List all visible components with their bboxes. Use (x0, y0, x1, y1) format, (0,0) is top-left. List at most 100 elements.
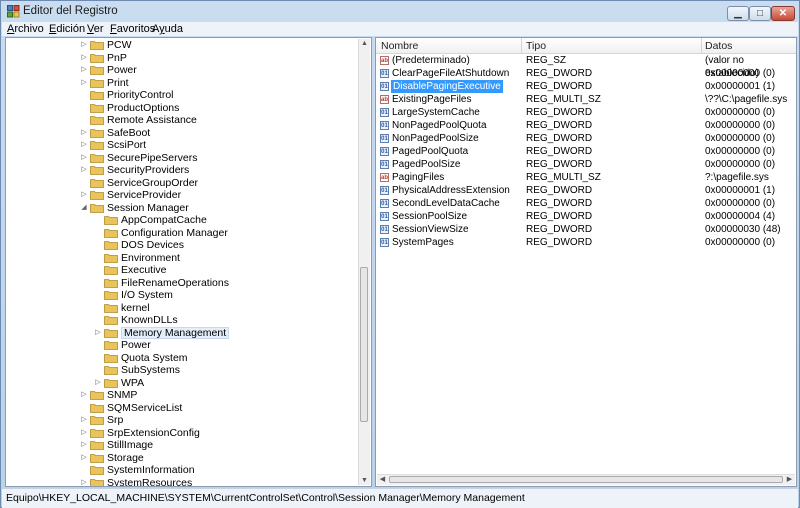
column-divider[interactable] (701, 38, 702, 53)
column-header-name[interactable]: Nombre (381, 40, 418, 52)
tree-item[interactable]: Executive (6, 264, 356, 277)
table-row[interactable]: 01 SessionPoolSize REG_DWORD 0x00000004 (4) (376, 210, 796, 223)
tree-item[interactable]: Power (6, 339, 356, 352)
tree-item[interactable]: SystemInformation (6, 464, 356, 477)
tree-item[interactable]: ▷ SystemResources (6, 477, 356, 487)
expand-icon[interactable]: ▷ (80, 452, 88, 465)
expand-icon[interactable]: ▷ (94, 327, 102, 340)
value-data: 0x00000001 (1) (705, 185, 776, 196)
expand-icon[interactable]: ▷ (80, 189, 88, 202)
binary-value-icon: 01 (380, 68, 389, 78)
value-type: REG_MULTI_SZ (526, 172, 601, 183)
tree-item[interactable]: ProductOptions (6, 102, 356, 115)
key-tree-pane[interactable]: ▲ ▼ ▷ PCW ▷ PnP ▷ Power ▷ Print PriorityControl P… (5, 37, 372, 487)
table-row[interactable]: 01 NonPagedPoolQuota REG_DWORD 0x00000000 (… (376, 119, 796, 132)
table-row[interactable]: 01 DisablePagingExecutive REG_DWORD 0x00000… (376, 80, 796, 93)
tree-item[interactable]: FileRenameOperations (6, 277, 356, 290)
tree-item[interactable]: ◢ Session Manager (6, 202, 356, 215)
tree-item[interactable]: ▷ SecurityProviders (6, 164, 356, 177)
scroll-right-icon[interactable]: ▶ (784, 475, 795, 483)
tree-item[interactable]: Quota System (6, 352, 356, 365)
tree-item[interactable]: AppCompatCache (6, 214, 356, 227)
collapse-icon[interactable]: ◢ (80, 202, 88, 215)
tree-item[interactable]: ▷ PnP (6, 52, 356, 65)
tree-item[interactable]: ▷ ServiceProvider (6, 189, 356, 202)
table-row[interactable]: ab (Predeterminado) REG_SZ (valor no establ… (376, 54, 796, 79)
tree-scroll-thumb[interactable] (360, 267, 368, 422)
expand-icon[interactable]: ▷ (80, 164, 88, 177)
column-header-type[interactable]: Tipo (526, 40, 546, 52)
tree-item[interactable]: ▷ Srp (6, 414, 356, 427)
expand-icon[interactable]: ▷ (80, 127, 88, 140)
column-divider[interactable] (521, 38, 522, 53)
folder-icon (104, 253, 118, 263)
tree-item[interactable]: SQMServiceList (6, 402, 356, 415)
table-row[interactable]: 01 ClearPageFileAtShutdown REG_DWORD 0x0000… (376, 67, 796, 80)
tree-item[interactable]: Environment (6, 252, 356, 265)
menu-ayuda[interactable]: Ayuda (152, 23, 183, 35)
table-row[interactable]: 01 SecondLevelDataCache REG_DWORD 0x0000000… (376, 197, 796, 210)
table-row[interactable]: ab PagingFiles REG_MULTI_SZ ?:\pagefile.sys (376, 171, 796, 184)
tree-vertical-scrollbar[interactable]: ▲ ▼ (358, 39, 370, 485)
expand-icon[interactable]: ▷ (80, 439, 88, 452)
tree-item[interactable]: ServiceGroupOrder (6, 177, 356, 190)
column-header-data[interactable]: Datos (705, 40, 732, 52)
expand-icon[interactable]: ▷ (80, 139, 88, 152)
scroll-down-icon[interactable]: ▼ (359, 477, 370, 484)
expand-icon[interactable]: ▷ (80, 64, 88, 77)
tree-item[interactable]: DOS Devices (6, 239, 356, 252)
tree-item[interactable]: ▷ WPA (6, 377, 356, 390)
tree-item[interactable]: Remote Assistance (6, 114, 356, 127)
table-row[interactable]: 01 NonPagedPoolSize REG_DWORD 0x00000000 (0… (376, 132, 796, 145)
tree-item[interactable]: ▷ StillImage (6, 439, 356, 452)
table-row[interactable]: 01 PhysicalAddressExtension REG_DWORD 0x000… (376, 184, 796, 197)
scroll-up-icon[interactable]: ▲ (359, 40, 370, 47)
close-button[interactable]: ✕ (771, 6, 795, 21)
table-row[interactable]: 01 PagedPoolSize REG_DWORD 0x00000000 (0) (376, 158, 796, 171)
tree-item[interactable]: ▷ Storage (6, 452, 356, 465)
table-row[interactable]: 01 PagedPoolQuota REG_DWORD 0x00000000 (0) (376, 145, 796, 158)
scroll-left-icon[interactable]: ◀ (377, 475, 388, 483)
expand-icon[interactable]: ▷ (94, 377, 102, 390)
tree-item[interactable]: ▷ SrpExtensionConfig (6, 427, 356, 440)
expand-icon[interactable]: ▷ (80, 77, 88, 90)
expand-icon[interactable]: ▷ (80, 477, 88, 487)
table-row[interactable]: 01 LargeSystemCache REG_DWORD 0x00000000 (0… (376, 106, 796, 119)
menu-archivo[interactable]: Archivo (7, 23, 44, 35)
expand-icon[interactable]: ▷ (80, 427, 88, 440)
tree-item[interactable]: SubSystems (6, 364, 356, 377)
tree-item[interactable]: ▷ SNMP (6, 389, 356, 402)
list-scroll-thumb[interactable] (389, 476, 783, 483)
tree-item[interactable]: ▷ Power (6, 64, 356, 77)
list-horizontal-scrollbar[interactable]: ◀ ▶ (377, 474, 795, 485)
expand-icon[interactable]: ▷ (80, 39, 88, 52)
tree-item[interactable]: kernel (6, 302, 356, 315)
binary-value-icon: 01 (380, 224, 389, 234)
value-name: SessionPoolSize (392, 211, 468, 222)
tree-item[interactable]: PriorityControl (6, 89, 356, 102)
tree-item[interactable]: KnownDLLs (6, 314, 356, 327)
menu-favoritos[interactable]: Favoritos (110, 23, 155, 35)
table-row[interactable]: ab ExistingPageFiles REG_MULTI_SZ \??\C:\pa… (376, 93, 796, 106)
maximize-button[interactable]: □ (749, 6, 771, 21)
tree-item[interactable]: ▷ SecurePipeServers (6, 152, 356, 165)
title-bar[interactable]: Editor del Registro ▁ □ ✕ (1, 1, 799, 22)
tree-item[interactable]: ▷ ScsiPort (6, 139, 356, 152)
menu-edición[interactable]: Edición (49, 23, 85, 35)
tree-item[interactable]: ▷ Print (6, 77, 356, 90)
menu-ver[interactable]: Ver (87, 23, 104, 35)
table-row[interactable]: 01 SystemPages REG_DWORD 0x00000000 (0) (376, 236, 796, 249)
expand-icon[interactable]: ▷ (80, 152, 88, 165)
expand-icon[interactable]: ▷ (80, 389, 88, 402)
tree-item[interactable]: Configuration Manager (6, 227, 356, 240)
value-data: 0x00000000 (0) (705, 146, 776, 157)
tree-item[interactable]: ▷ Memory Management (6, 326, 356, 340)
tree-item[interactable]: I/O System (6, 289, 356, 302)
expand-icon[interactable]: ▷ (80, 52, 88, 65)
values-list-pane[interactable]: Nombre Tipo Datos ◀ ▶ ab (Predeterminado)… (375, 37, 797, 487)
minimize-button[interactable]: ▁ (727, 6, 749, 21)
expand-icon[interactable]: ▷ (80, 414, 88, 427)
tree-item[interactable]: ▷ PCW (6, 39, 356, 52)
tree-item[interactable]: ▷ SafeBoot (6, 127, 356, 140)
table-row[interactable]: 01 SessionViewSize REG_DWORD 0x00000030 (48… (376, 223, 796, 236)
